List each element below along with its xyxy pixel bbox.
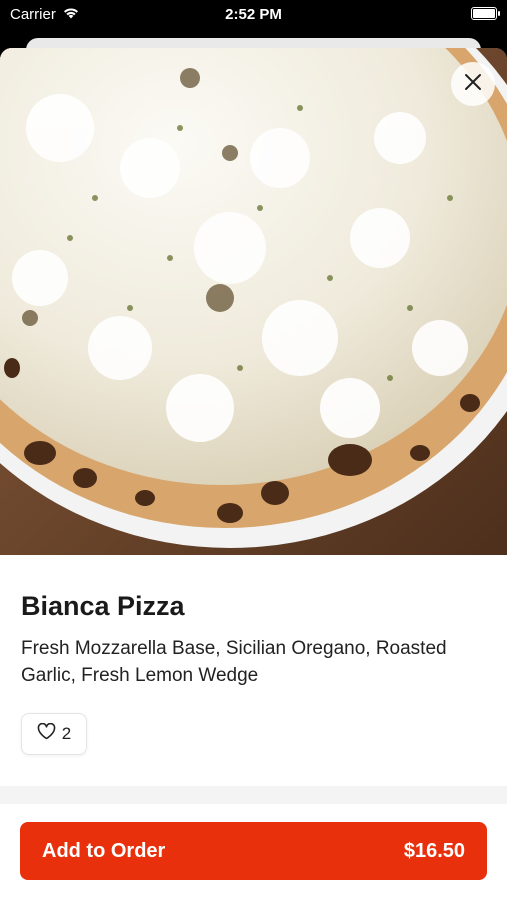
battery-icon [471,7,500,20]
add-to-order-button[interactable]: Add to Order $16.50 [20,822,487,880]
item-detail-sheet: Bianca Pizza Fresh Mozzarella Base, Sici… [0,48,507,900]
pizza-photo [0,48,507,555]
heart-icon [37,722,56,745]
item-description: Fresh Mozzarella Base, Sicilian Oregano,… [21,638,447,686]
status-time: 2:52 PM [225,6,282,23]
status-bar: Carrier 2:52 PM [0,0,507,30]
like-button[interactable]: 2 [21,713,87,755]
add-to-order-label: Add to Order [42,839,166,862]
section-divider [0,786,507,804]
like-count: 2 [61,724,72,743]
close-icon [464,73,482,96]
item-title: Bianca Pizza [21,591,185,621]
order-price: $16.50 [403,839,465,862]
close-button[interactable] [451,62,495,106]
